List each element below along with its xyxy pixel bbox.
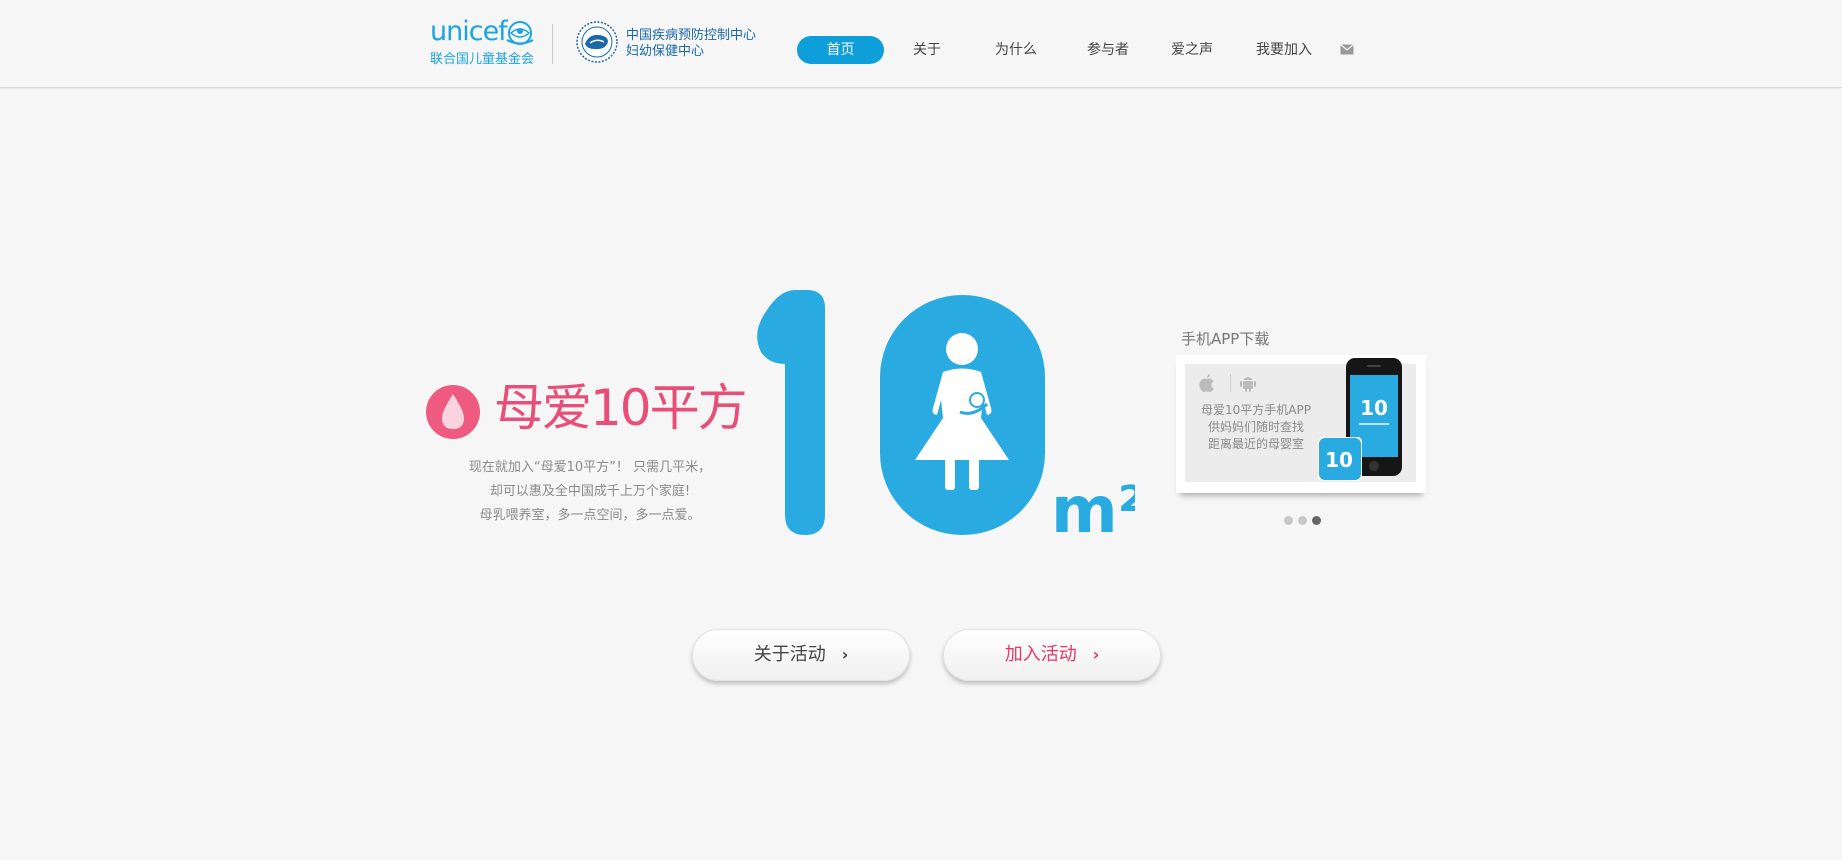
unicef-logo[interactable]: unicef 联合国儿童基金会 — [430, 16, 536, 68]
intro-line-1: 现在就加入“母爱10平方”！ 只需几平米， — [468, 460, 712, 475]
cdc-emblem-icon[interactable] — [575, 20, 619, 64]
brand-title: 母爱10平方 — [494, 379, 748, 437]
android-icon[interactable] — [1240, 374, 1256, 392]
nav-join[interactable]: 我要加入 — [1256, 36, 1312, 64]
nav-home[interactable]: 首页 — [797, 36, 884, 64]
nav-participants[interactable]: 参与者 — [1087, 36, 1129, 64]
mail-icon[interactable] — [1340, 44, 1354, 55]
cdc-name[interactable]: 中国疾病预防控制中心 妇幼保健中心 — [626, 28, 756, 60]
unicef-globe-icon — [506, 21, 534, 45]
intro-line-2: 却可以惠及全中国成千上万个家庭! — [489, 484, 691, 499]
app-download-title: 手机APP下载 — [1181, 330, 1270, 348]
carousel-dot-3[interactable] — [1312, 516, 1321, 525]
nav-why[interactable]: 为什么 — [995, 36, 1037, 64]
site-header: unicef 联合国儿童基金会 中国疾病预防控制中心 妇幼保健中心 首页 关于 … — [0, 0, 1842, 88]
chevron-right-icon: › — [1092, 645, 1100, 664]
cdc-name-line1: 中国疾病预防控制中心 — [626, 28, 757, 43]
app-badge-number: 10 — [1325, 448, 1353, 472]
join-activity-button[interactable]: 加入活动 › — [943, 629, 1161, 681]
join-activity-label: 加入活动 — [1004, 644, 1077, 665]
cdc-name-line2: 妇幼保健中心 — [626, 44, 705, 59]
big-one-shape — [757, 290, 825, 535]
logo-divider — [552, 24, 553, 64]
milk-drop-icon — [426, 385, 480, 439]
phone-screen-number: 10 — [1360, 396, 1388, 420]
unit-m-squared: m² — [1051, 474, 1135, 540]
nav-about[interactable]: 关于 — [913, 36, 941, 64]
app-desc-line-2: 供妈妈们随时查找 — [1207, 420, 1304, 434]
intro-text: 现在就加入“母爱10平方”！ 只需几平米， 却可以惠及全中国成千上万个家庭! 母… — [440, 456, 740, 528]
app-description: 母爱10平方手机APP 供妈妈们随时查找 距离最近的母婴室 — [1191, 402, 1321, 453]
ten-square-meters-logo: m² — [757, 290, 1135, 540]
unicef-wordmark: unicef — [430, 16, 508, 47]
intro-line-3: 母乳喂养室，多一点空间，多一点爱。 — [479, 508, 701, 523]
chevron-right-icon: › — [841, 645, 849, 664]
app-desc-line-1: 母爱10平方手机APP — [1201, 403, 1311, 417]
unicef-chinese-name: 联合国儿童基金会 — [430, 52, 535, 67]
about-activity-button[interactable]: 关于活动 › — [692, 629, 910, 681]
nav-voice-of-love[interactable]: 爱之声 — [1171, 36, 1213, 64]
about-activity-label: 关于活动 — [753, 644, 826, 665]
apple-icon[interactable] — [1199, 374, 1215, 392]
os-divider — [1230, 374, 1231, 392]
carousel-dot-2[interactable] — [1298, 516, 1307, 525]
carousel-dot-1[interactable] — [1284, 516, 1293, 525]
app-badge-icon: 10 — [1318, 437, 1362, 481]
app-desc-line-3: 距离最近的母婴室 — [1207, 437, 1304, 451]
